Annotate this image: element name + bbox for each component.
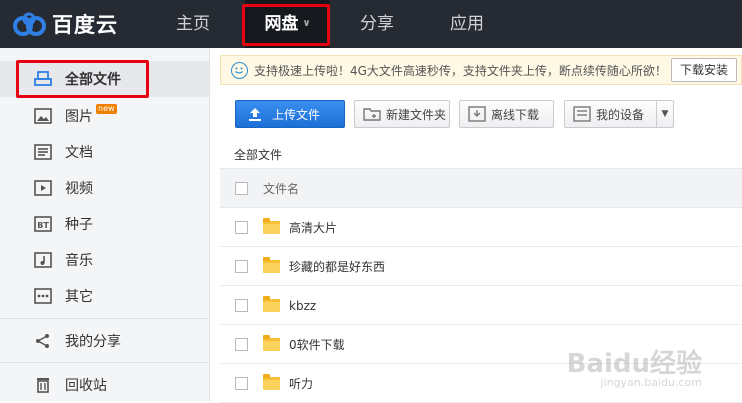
nav-netdisk-label: 网盘 (264, 14, 299, 34)
new-folder-label: 新建文件夹 (386, 107, 447, 122)
device-icon (573, 106, 591, 122)
watermark-main: Baidu经验 (566, 349, 702, 379)
row-checkbox[interactable] (235, 221, 248, 234)
music-icon (34, 251, 52, 269)
video-icon (34, 179, 52, 197)
sidebar-item-music[interactable]: 音乐 (0, 242, 209, 278)
caret-down-icon[interactable]: ▼ (656, 101, 673, 127)
row-checkbox[interactable] (235, 260, 248, 273)
file-table-header: 文件名 (220, 168, 742, 208)
upload-icon (246, 106, 264, 122)
table-row[interactable]: 珍藏的都是好东西 (220, 248, 742, 286)
sidebar-item-label: 音乐 (65, 253, 93, 269)
sidebar-item-videos[interactable]: 视频 (0, 170, 209, 206)
select-all-checkbox[interactable] (235, 181, 248, 195)
sidebar-item-label: 图片 (65, 109, 93, 125)
sidebar-item-label: 种子 (65, 217, 93, 233)
file-name[interactable]: 0软件下载 (289, 336, 345, 353)
table-row[interactable]: 高清大片 (220, 209, 742, 247)
row-checkbox[interactable] (235, 338, 248, 351)
baidu-jingyan-watermark: Baidu经验 jingyan.baidu.com (567, 343, 702, 389)
my-devices-label: 我的设备 (596, 107, 645, 122)
file-name[interactable]: 珍藏的都是好东西 (289, 258, 385, 275)
sidebar-item-label: 回收站 (65, 378, 107, 394)
upload-file-button[interactable]: 上传文件 (235, 100, 345, 128)
notice-text: 支持极速上传啦！4G大文件高速秒传，支持文件夹上传，断点续传随心所欲！ (254, 63, 667, 78)
table-row[interactable]: kbzz (220, 287, 742, 325)
new-folder-button[interactable]: 新建文件夹 (354, 100, 450, 128)
sidebar-item-label: 其它 (65, 289, 93, 305)
folder-icon (263, 335, 280, 351)
offline-download-label: 离线下载 (491, 107, 540, 122)
sidebar-item-label: 视频 (65, 181, 93, 197)
file-name[interactable]: kbzz (289, 299, 316, 313)
chevron-down-icon: ∨ (302, 18, 311, 29)
share-icon (34, 332, 52, 350)
sidebar-item-all-files[interactable]: 全部文件 (0, 61, 209, 97)
sidebar-item-documents[interactable]: 文档 (0, 134, 209, 170)
offline-download-button[interactable]: 离线下载 (459, 100, 554, 128)
nav-home[interactable]: 主页 (160, 0, 226, 48)
sidebar-item-images[interactable]: 图片 new (0, 98, 209, 134)
smile-icon (231, 61, 248, 79)
file-name[interactable]: 听力 (289, 375, 313, 392)
bt-icon: BT (34, 215, 52, 233)
sidebar: 全部文件 图片 new 文档 视频 BT 种子 音乐 其它 我的分享 回收站 (0, 48, 210, 401)
folder-icon (263, 257, 280, 273)
upload-file-label: 上传文件 (272, 107, 321, 122)
baidu-cloud-logo[interactable]: 百度云 (0, 9, 150, 39)
cloud-logo-icon (10, 9, 50, 39)
breadcrumb[interactable]: 全部文件 (234, 146, 282, 163)
all-files-icon (34, 70, 52, 88)
sidebar-divider (0, 362, 209, 363)
document-icon (34, 143, 52, 161)
nav-share[interactable]: 分享 (344, 0, 410, 48)
folder-icon (263, 374, 280, 390)
sidebar-item-my-shares[interactable]: 我的分享 (0, 323, 209, 359)
notice-bar: 支持极速上传啦！4G大文件高速秒传，支持文件夹上传，断点续传随心所欲！ 下载安装 (220, 55, 742, 85)
nav-apps[interactable]: 应用 (434, 0, 500, 48)
sidebar-item-other[interactable]: 其它 (0, 278, 209, 314)
nav-netdisk[interactable]: 网盘 ∨ (245, 0, 330, 48)
sidebar-item-label: 文档 (65, 145, 93, 161)
folder-icon (263, 218, 280, 234)
row-checkbox[interactable] (235, 299, 248, 312)
download-install-button[interactable]: 下载安装 (670, 58, 737, 82)
new-folder-icon (363, 106, 381, 122)
new-badge: new (96, 104, 117, 114)
other-icon (34, 287, 52, 305)
bt-icon-text: BT (37, 221, 49, 230)
offline-download-icon (468, 106, 486, 122)
brand-name: 百度云 (52, 13, 118, 37)
sidebar-item-recycle-bin[interactable]: 回收站 (0, 367, 209, 403)
trash-icon (34, 376, 52, 394)
sidebar-item-torrents[interactable]: BT 种子 (0, 206, 209, 242)
column-filename[interactable]: 文件名 (263, 180, 299, 197)
sidebar-item-label: 全部文件 (65, 72, 121, 88)
row-checkbox[interactable] (235, 377, 248, 390)
my-devices-button[interactable]: 我的设备 ▼ (564, 100, 674, 128)
sidebar-divider (0, 318, 209, 319)
sidebar-item-label: 我的分享 (65, 334, 121, 350)
file-name[interactable]: 高清大片 (289, 219, 337, 236)
image-icon (34, 107, 52, 125)
folder-icon (263, 296, 280, 312)
